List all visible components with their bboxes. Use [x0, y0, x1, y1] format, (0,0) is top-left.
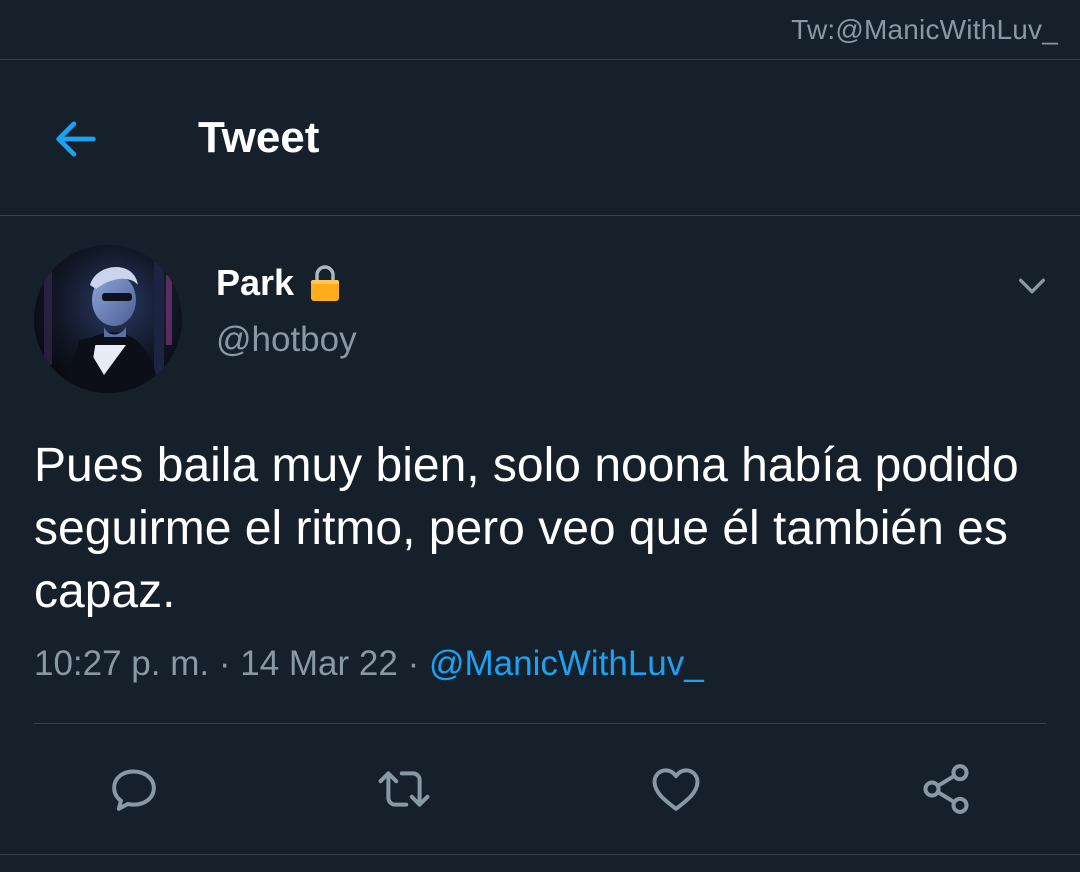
author-handle[interactable]: @hotboy: [216, 320, 357, 360]
chevron-down-icon: [1018, 278, 1046, 294]
reply-button[interactable]: [105, 760, 163, 818]
reply-icon: [112, 769, 156, 811]
source-link[interactable]: @ManicWithLuv_: [429, 644, 704, 683]
share-button[interactable]: [917, 760, 975, 818]
meta-separator: ·: [407, 644, 420, 683]
tweet-date: 14 Mar 22: [240, 644, 398, 683]
avatar[interactable]: [34, 245, 182, 393]
status-bar: Tw:@ManicWithLuv_: [0, 0, 1080, 60]
tweet-time: 10:27 p. m.: [34, 644, 210, 683]
display-name-text: Park: [216, 262, 295, 303]
retweet-icon: [378, 771, 430, 807]
watermark: Tw:@ManicWithLuv_: [791, 14, 1058, 45]
like-button[interactable]: [647, 760, 705, 818]
meta-separator: ·: [218, 644, 231, 683]
lock-icon: [311, 265, 340, 301]
tweet-metadata: 10:27 p. m. · 14 Mar 22 · @ManicWithLuv_: [34, 644, 704, 684]
retweet-button[interactable]: [375, 760, 433, 818]
avatar-photo: [34, 245, 182, 393]
back-button[interactable]: [44, 107, 108, 171]
arrow-left-icon: [56, 121, 96, 157]
tweet-text: Pues baila muy bien, solo noona había po…: [34, 439, 1019, 618]
divider: [0, 854, 1080, 855]
page-title: Tweet: [198, 113, 320, 162]
share-icon: [923, 764, 969, 814]
more-options-button[interactable]: [1008, 262, 1056, 310]
divider: [34, 723, 1046, 724]
top-app-bar: Tweet: [0, 61, 1080, 216]
author-display-name[interactable]: Park: [216, 262, 342, 304]
heart-icon: [652, 768, 700, 811]
